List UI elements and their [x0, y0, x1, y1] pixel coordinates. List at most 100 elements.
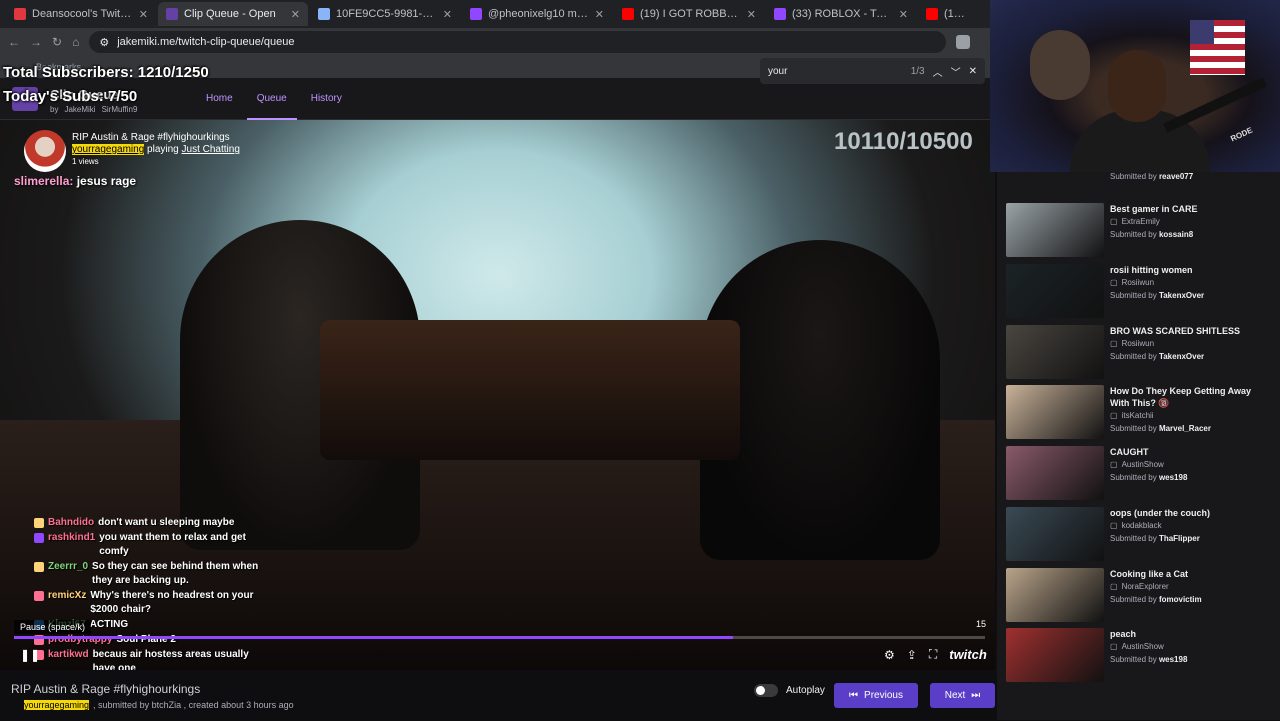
clip-thumbnail[interactable]	[1006, 568, 1104, 622]
queue-item[interactable]: peach ▢ AustinShow Submitted by wes198	[1006, 628, 1276, 684]
footer-clip-meta: yourragegaming , submitted by btchZia , …	[24, 700, 294, 710]
find-input[interactable]: your	[768, 66, 903, 77]
queue-item[interactable]: rosii hitting women ▢ Rosiiwun Submitted by…	[1006, 264, 1276, 320]
queue-item[interactable]: Best gamer in CARE ▢ ExtraEmily Submitted b…	[1006, 203, 1276, 259]
find-close-icon[interactable]: ✕	[969, 66, 977, 77]
nav-home[interactable]: Home	[196, 78, 243, 120]
clip-thumbnail[interactable]	[1006, 264, 1104, 318]
tab-favicon-icon	[774, 8, 786, 20]
home-icon[interactable]: ⌂	[72, 35, 79, 49]
find-count: 1/3	[910, 65, 925, 77]
queue-clip-channel: ▢ ExtraEmily	[1110, 217, 1160, 226]
main-nav: Home Queue History	[196, 78, 352, 120]
chat-text: Why's there's no headrest on your $2000 …	[90, 590, 254, 615]
browser-tab-4[interactable]: (19) I GOT ROBBED - The Lo✕	[614, 2, 764, 26]
close-tab-icon[interactable]: ✕	[139, 8, 148, 21]
next-button[interactable]: Next ⏭	[930, 683, 995, 708]
browser-tab-0[interactable]: Deansocool's Twitch Statistics✕	[6, 2, 156, 26]
url-field[interactable]: ⚙ jakemiki.me/twitch-clip-queue/queue	[89, 31, 946, 53]
author-link-0[interactable]: JakeMiki	[64, 105, 95, 114]
clip-thumbnail[interactable]	[1006, 446, 1104, 500]
close-tab-icon[interactable]: ✕	[291, 8, 300, 21]
find-prev-icon[interactable]: ︿	[933, 64, 943, 79]
find-bar: your 1/3 ︿ ﹀ ✕	[760, 58, 985, 84]
queue-clip-title: CAUGHT	[1110, 447, 1149, 457]
clip-duration: 15	[976, 619, 987, 629]
queue-clip-title: Best gamer in CARE	[1110, 204, 1198, 214]
close-tab-icon[interactable]: ✕	[747, 8, 756, 21]
profile-icon[interactable]	[956, 35, 970, 49]
browser-tab-3[interactable]: @pheonixelg10 mention✕	[462, 2, 612, 26]
chat-username: remicXz	[48, 590, 87, 601]
tab-favicon-icon	[166, 8, 178, 20]
site-info-icon[interactable]: ⚙	[99, 36, 109, 49]
clip-thumbnail[interactable]	[1006, 385, 1104, 439]
fullscreen-icon[interactable]: ⛶	[929, 647, 937, 662]
game-link[interactable]: Just Chatting	[182, 144, 240, 155]
forward-icon[interactable]: →	[30, 35, 42, 49]
channel-icon: ▢	[1110, 582, 1118, 591]
back-icon[interactable]: ←	[8, 35, 20, 49]
clip-thumbnail[interactable]	[1006, 203, 1104, 257]
chat-text: ACTING	[89, 619, 129, 630]
pause-tooltip: Pause (space/k)	[14, 620, 92, 634]
app-authors: by JakeMiki SirMuffin9	[50, 105, 138, 114]
queue-item[interactable]: Cooking like a Cat ▢ NoraExplorer Submitted…	[1006, 568, 1276, 624]
plush-toy	[1030, 30, 1090, 100]
tab-favicon-icon	[318, 8, 330, 20]
previous-button[interactable]: ⏮ Previous	[834, 683, 918, 708]
queue-item[interactable]: oops (under the couch) ▢ kodakblack Submitt…	[1006, 507, 1276, 563]
settings-icon[interactable]: ⚙	[884, 648, 895, 662]
pause-button[interactable]: ❚❚	[20, 648, 40, 662]
queue-item[interactable]: CAUGHT ▢ AustinShow Submitted by wes198	[1006, 446, 1276, 502]
chat-badge-icon	[34, 562, 44, 572]
queue-clip-title: Cooking like a Cat	[1110, 569, 1189, 579]
channel-avatar[interactable]	[24, 130, 66, 172]
queue-item[interactable]: How Do They Keep Getting Away With This?…	[1006, 385, 1276, 441]
mic-brand: RODE	[1229, 125, 1254, 144]
nav-queue[interactable]: Queue	[246, 78, 297, 120]
close-tab-icon[interactable]: ✕	[443, 8, 452, 21]
chat-text: So they can see behind them when they ar…	[92, 561, 259, 586]
webcam-feed: RODE	[990, 0, 1280, 172]
channel-link[interactable]: yourragegaming	[72, 144, 145, 155]
clip-thumbnail[interactable]	[1006, 507, 1104, 561]
reload-icon[interactable]: ↻	[52, 35, 62, 49]
browser-tab-1[interactable]: Clip Queue - Open ✕	[158, 2, 308, 26]
chat-badge-icon	[34, 591, 44, 601]
skip-forward-icon: ⏭	[971, 690, 981, 701]
queue-clip-submitter: Submitted by TakenxOver	[1110, 291, 1205, 300]
author-link-1[interactable]: SirMuffin9	[102, 105, 138, 114]
channel-icon: ▢	[1110, 217, 1118, 226]
browser-tab-2[interactable]: 10FE9CC5-9981-40FD-A523✕	[310, 2, 460, 26]
autoplay-toggle[interactable]	[754, 684, 778, 697]
overlay-chat-top: slimerella: jesus rage	[14, 174, 137, 188]
clip-views: 1 views	[72, 157, 99, 166]
queue-clip-submitter: Submitted by ThaFlipper	[1110, 534, 1200, 543]
queue-clip-submitter: Submitted by TakenxOver	[1110, 352, 1205, 361]
queue-clip-title: oops (under the couch)	[1110, 508, 1210, 518]
progress-bar[interactable]	[14, 636, 985, 639]
queue-clip-channel: ▢ kodakblack	[1110, 521, 1162, 530]
clip-thumbnail[interactable]	[1006, 628, 1104, 682]
browser-tab-6[interactable]: (19) Grand T	[918, 2, 978, 26]
streamer-head	[1108, 50, 1166, 122]
stream-counter: 10110/10500	[834, 128, 973, 155]
chat-username: Bahndido	[48, 517, 95, 528]
channel-icon: ▢	[1110, 278, 1118, 287]
tab-favicon-icon	[622, 8, 634, 20]
share-icon[interactable]: ⇪	[907, 648, 917, 662]
clip-meta: yourragegaming playing Just Chatting	[72, 144, 240, 155]
browser-tab-5[interactable]: (33) ROBLOX - Twitch ✕	[766, 2, 916, 26]
queue-item[interactable]: BRO WAS SCARED SHITLESS ▢ Rosiiwun Submitte…	[1006, 325, 1276, 381]
twitch-logo[interactable]: twitch	[949, 647, 987, 662]
nav-history[interactable]: History	[301, 78, 352, 120]
close-tab-icon[interactable]: ✕	[595, 8, 604, 21]
queue-clip-submitter: Submitted by wes198	[1110, 655, 1188, 664]
clip-thumbnail[interactable]	[1006, 325, 1104, 379]
microphone	[1163, 77, 1267, 133]
progress-fill	[14, 636, 733, 639]
find-next-icon[interactable]: ﹀	[951, 64, 961, 79]
close-tab-icon[interactable]: ✕	[899, 8, 908, 21]
footer-channel-link[interactable]: yourragegaming	[24, 700, 90, 710]
